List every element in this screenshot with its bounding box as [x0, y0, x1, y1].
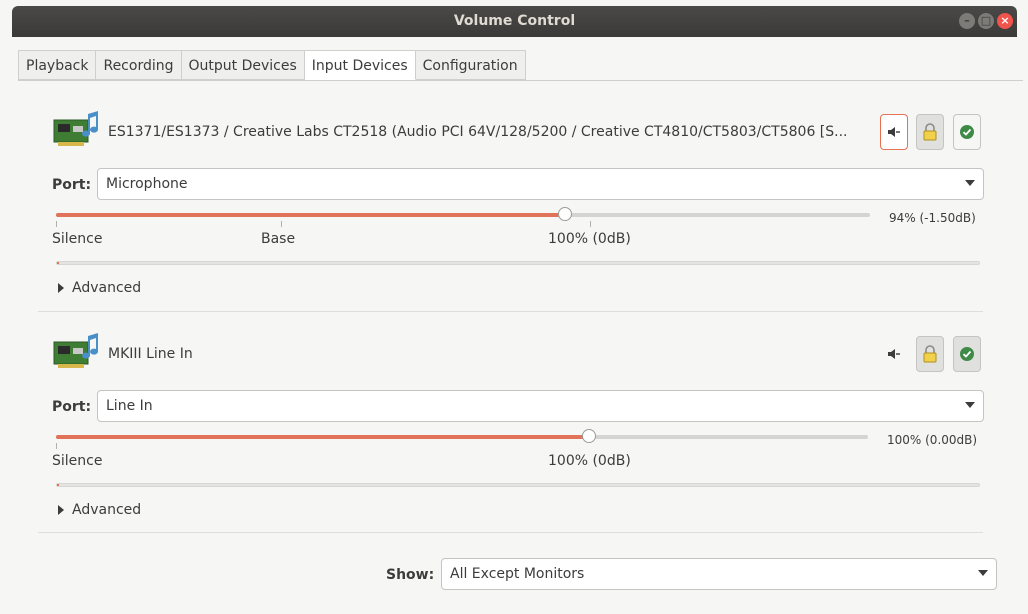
port-select-value: Line In: [106, 398, 153, 414]
port-select[interactable]: Line In: [97, 390, 984, 422]
port-select[interactable]: Microphone: [97, 168, 984, 200]
show-filter-select[interactable]: All Except Monitors: [441, 558, 997, 590]
show-label: Show:: [386, 567, 435, 583]
advanced-expander[interactable]: Advanced: [58, 502, 141, 518]
port-select-value: Microphone: [106, 176, 188, 192]
device-name: ES1371/ES1373 / Creative Labs CT2518 (Au…: [108, 124, 848, 140]
lock-icon: [923, 123, 937, 141]
device-panel-es1371: ES1371/ES1373 / Creative Labs CT2518 (Au…: [52, 104, 984, 304]
tick-silence: [56, 221, 57, 227]
device-separator: [38, 311, 983, 312]
window-buttons: – □ ×: [959, 13, 1013, 29]
level-meter: [56, 261, 980, 265]
speaker-mute-icon: [888, 127, 900, 137]
tab-input-devices[interactable]: Input Devices: [304, 50, 416, 80]
default-check-icon: [960, 125, 974, 139]
mark-100: 100% (0dB): [548, 231, 631, 247]
level-meter-fill: [57, 484, 59, 486]
volume-slider-fill: [56, 213, 565, 217]
window-title: Volume Control: [453, 13, 576, 29]
volume-readout: 100% (0.00dB): [887, 433, 978, 447]
maximize-icon[interactable]: □: [978, 13, 994, 29]
show-filter-value: All Except Monitors: [450, 566, 585, 582]
tab-output-devices[interactable]: Output Devices: [181, 50, 305, 80]
mute-button[interactable]: [880, 114, 908, 150]
lock-channels-button[interactable]: [916, 336, 944, 372]
set-default-button[interactable]: [953, 114, 981, 150]
expander-arrow-icon: [58, 283, 64, 293]
tick-100: [590, 221, 591, 227]
close-icon[interactable]: ×: [997, 13, 1013, 29]
level-meter: [56, 483, 980, 487]
tab-configuration[interactable]: Configuration: [415, 50, 526, 80]
advanced-label: Advanced: [72, 280, 142, 296]
port-label: Port:: [52, 177, 92, 193]
chevron-down-icon: [978, 570, 988, 576]
mark-silence: Silence: [52, 453, 103, 469]
port-label: Port:: [52, 399, 92, 415]
set-default-button[interactable]: [953, 336, 981, 372]
minimize-icon[interactable]: –: [959, 13, 975, 29]
volume-slider[interactable]: [56, 429, 868, 443]
default-check-icon: [960, 347, 974, 361]
title-bar[interactable]: Volume Control – □ ×: [12, 6, 1017, 37]
volume-control-window: Volume Control – □ × Playback Recording …: [0, 0, 1028, 614]
device-separator: [38, 532, 983, 533]
lock-channels-button[interactable]: [916, 114, 944, 150]
sound-card-icon: [53, 111, 98, 146]
lock-icon: [923, 345, 937, 363]
chevron-down-icon: [965, 402, 975, 408]
speaker-mute-icon: [888, 349, 900, 359]
mark-100: 100% (0dB): [548, 453, 631, 469]
tab-playback[interactable]: Playback: [18, 50, 97, 80]
mark-base: Base: [261, 231, 296, 247]
device-panel-mkiii: MKIII Line In Port: Line In 100% (0.00dB…: [52, 326, 984, 526]
tick-base: [281, 221, 282, 227]
advanced-expander[interactable]: Advanced: [58, 280, 141, 296]
volume-slider[interactable]: [56, 207, 870, 221]
chevron-down-icon: [965, 180, 975, 186]
tab-bar: Playback Recording Output Devices Input …: [18, 50, 526, 80]
volume-readout: 94% (-1.50dB): [889, 211, 976, 225]
sound-card-icon: [53, 333, 98, 368]
tab-recording[interactable]: Recording: [96, 50, 182, 80]
expander-arrow-icon: [58, 505, 64, 515]
tick-silence: [56, 443, 57, 449]
volume-slider-knob[interactable]: [581, 429, 596, 443]
volume-slider-knob[interactable]: [557, 207, 572, 221]
tab-divider: [18, 80, 1023, 81]
device-name: MKIII Line In: [108, 346, 193, 362]
mute-button[interactable]: [880, 336, 908, 372]
volume-slider-fill: [56, 435, 589, 439]
mark-silence: Silence: [52, 231, 103, 247]
advanced-label: Advanced: [72, 502, 142, 518]
level-meter-fill: [57, 262, 59, 264]
